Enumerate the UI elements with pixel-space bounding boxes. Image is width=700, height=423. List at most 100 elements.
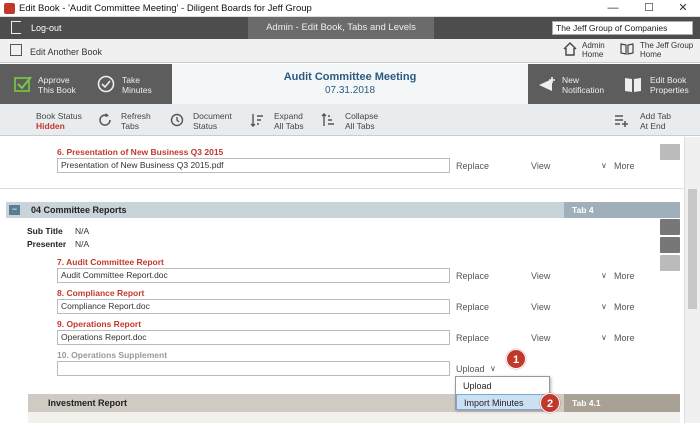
approve-book-button[interactable]: Approve This Book (38, 75, 76, 95)
upload-button[interactable]: Upload (456, 364, 485, 374)
step-badge: 2 (540, 393, 560, 413)
replace-button[interactable]: Replace (456, 333, 489, 343)
book-properties-icon[interactable] (624, 76, 642, 94)
refresh-icon[interactable] (98, 113, 112, 127)
take-line1: Take (122, 75, 140, 85)
subsection-header[interactable]: Investment Report Tab 4.1 (28, 394, 680, 412)
doc-label: 8. Compliance Report (57, 288, 145, 298)
edit-book-properties-button[interactable]: Edit Book Properties (650, 75, 689, 95)
admin-title: Admin - Edit Book, Tabs and Levels (248, 17, 434, 39)
more-button[interactable]: More (614, 161, 635, 171)
doc-file-field[interactable]: Compliance Report.doc (57, 299, 450, 314)
doc-file-field[interactable]: Presentation of New Business Q3 2015.pdf (57, 158, 450, 173)
maximize-button[interactable]: ☐ (632, 0, 666, 17)
doc-file-field[interactable]: Audit Committee Report.doc (57, 268, 450, 283)
tabs-content: 6. Presentation of New Business Q3 2015 … (0, 137, 684, 423)
collapse-icon[interactable] (321, 113, 335, 127)
app-icon (4, 3, 15, 14)
divider (0, 188, 684, 189)
group-home-line2: Home (640, 50, 662, 59)
subsection-title: Investment Report (48, 398, 128, 408)
expand-line1: Expand (274, 111, 303, 121)
refresh-tabs-button[interactable]: Refresh Tabs (121, 111, 151, 131)
chevron-down-icon[interactable]: ∨ (601, 271, 607, 280)
presenter-label: Presenter (27, 239, 67, 249)
replace-button[interactable]: Replace (456, 271, 489, 281)
move-icon[interactable] (660, 255, 680, 271)
view-button[interactable]: View (531, 302, 550, 312)
upload-dropdown-menu: Upload Import Minutes (455, 376, 550, 410)
docstatus-line1: Document (193, 111, 232, 121)
section-tab-label: Tab 4 (564, 202, 680, 218)
org-selector[interactable]: The Jeff Group of Companies (552, 21, 693, 35)
admin-home-line2: Home (582, 50, 604, 59)
history-icon[interactable] (170, 113, 184, 127)
subtitle-label: Sub Title (27, 226, 63, 236)
move-icon[interactable] (660, 144, 680, 160)
section-header[interactable]: − 04 Committee Reports Tab 4 (6, 202, 680, 218)
expand-all-tabs-button[interactable]: Expand All Tabs (274, 111, 304, 131)
chevron-down-icon[interactable]: ∨ (601, 161, 607, 170)
edit-icon[interactable] (10, 44, 22, 56)
view-button[interactable]: View (531, 271, 550, 281)
more-button[interactable]: More (614, 333, 635, 343)
book-header: Approve This Book Take Minutes Audit Com… (0, 64, 700, 104)
chevron-down-icon[interactable]: ∨ (601, 333, 607, 342)
document-status-button[interactable]: Document Status (193, 111, 232, 131)
notif-line1: New (562, 75, 580, 85)
collapse-line1: Collapse (345, 111, 379, 121)
book-toolbar: Book Status Hidden Refresh Tabs Document… (0, 104, 700, 136)
refresh-line2: Tabs (121, 121, 139, 131)
view-button[interactable]: View (531, 161, 550, 171)
refresh-line1: Refresh (121, 111, 151, 121)
doc-label: 6. Presentation of New Business Q3 2015 (57, 147, 224, 157)
scrollbar-thumb[interactable] (688, 189, 697, 309)
new-notification-button[interactable]: New Notification (562, 75, 604, 95)
doc-file-field[interactable] (57, 361, 450, 376)
notification-icon[interactable] (538, 76, 556, 94)
edit-pencil-icon[interactable] (660, 219, 680, 235)
edit-another-book-link[interactable]: Edit Another Book (30, 47, 102, 57)
replace-button[interactable]: Replace (456, 302, 489, 312)
notif-line2: Notification (562, 85, 605, 95)
approve-line1: Approve (38, 75, 70, 85)
collapse-toggle-icon[interactable]: − (9, 205, 20, 215)
vertical-scrollbar[interactable] (684, 137, 700, 423)
subsection-body (28, 412, 680, 423)
logout-link[interactable]: Log-out (31, 23, 62, 33)
menu-item-import-minutes[interactable]: Import Minutes (456, 394, 549, 410)
meeting-info: Audit Committee Meeting 07.31.2018 (172, 64, 528, 104)
add-tab-icon[interactable] (614, 113, 628, 127)
chevron-down-icon[interactable]: ∨ (490, 364, 496, 373)
collapse-all-tabs-button[interactable]: Collapse All Tabs (345, 111, 378, 131)
upload-arrow-icon[interactable] (660, 237, 680, 253)
add-tab-at-end-button[interactable]: Add Tab At End (640, 111, 671, 131)
more-button[interactable]: More (614, 271, 635, 281)
chevron-down-icon[interactable]: ∨ (601, 302, 607, 311)
expand-line2: All Tabs (274, 121, 304, 131)
approve-icon[interactable] (14, 75, 32, 93)
minimize-button[interactable]: — (596, 0, 630, 17)
book-status-label: Book Status (36, 111, 82, 121)
take-line2: Minutes (122, 85, 152, 95)
doc-label: 7. Audit Committee Report (57, 257, 164, 267)
more-button[interactable]: More (614, 302, 635, 312)
clock-icon[interactable] (97, 75, 115, 93)
section-title: 04 Committee Reports (31, 205, 127, 215)
menu-item-upload[interactable]: Upload (456, 378, 549, 394)
view-button[interactable]: View (531, 333, 550, 343)
doc-file-field[interactable]: Operations Report.doc (57, 330, 450, 345)
group-home-link[interactable]: The Jeff Group Home (640, 41, 693, 59)
expand-icon[interactable] (250, 113, 264, 127)
take-minutes-button[interactable]: Take Minutes (122, 75, 152, 95)
group-home-line1: The Jeff Group (640, 41, 694, 50)
logout-icon[interactable] (11, 21, 21, 34)
admin-home-link[interactable]: Admin Home (582, 41, 605, 59)
addtab-line1: Add Tab (640, 111, 672, 121)
replace-button[interactable]: Replace (456, 161, 489, 171)
close-button[interactable]: ✕ (666, 0, 700, 17)
book-icon[interactable] (620, 43, 634, 55)
props-line1: Edit Book (650, 75, 687, 85)
subtitle-value: N/A (75, 226, 90, 236)
home-icon[interactable] (563, 42, 577, 56)
